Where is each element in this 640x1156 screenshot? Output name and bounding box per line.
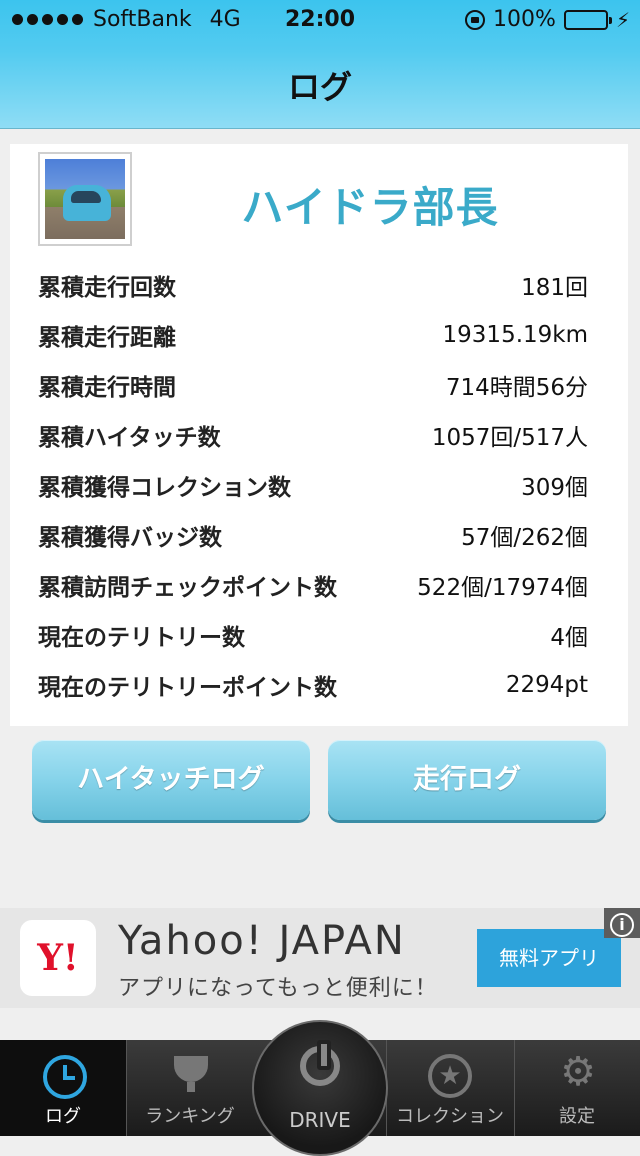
- stat-row: 現在のテリトリーポイント数 2294pt: [38, 660, 588, 710]
- ad-banner[interactable]: Y! Yahoo! JAPAN アプリになってもっと便利に！ 無料アプリ i: [0, 908, 640, 1008]
- stat-label: 累積獲得コレクション数: [38, 475, 291, 501]
- stat-value: 19315.19km: [442, 322, 588, 348]
- tab-collection[interactable]: ★ コレクション: [386, 1040, 514, 1136]
- ad-info-icon[interactable]: i: [604, 908, 640, 938]
- ad-subtitle: アプリになってもっと便利に！: [118, 976, 438, 1001]
- yahoo-logo: Y!: [20, 920, 96, 996]
- tab-settings-label: 設定: [559, 1106, 595, 1127]
- battery-percent: 100%: [493, 7, 556, 32]
- stat-row: 累積訪問チェックポイント数 522個/17974個: [38, 560, 588, 610]
- stat-row: 累積獲得コレクション数 309個: [38, 460, 588, 510]
- tab-ranking[interactable]: ランキング: [126, 1040, 254, 1136]
- battery-icon: [563, 9, 612, 30]
- stat-row: 累積ハイタッチ数 1057回/517人: [38, 410, 588, 460]
- stat-label: 累積走行距離: [38, 325, 176, 351]
- stat-label: 現在のテリトリー数: [38, 625, 245, 651]
- status-bar: SoftBank 4G 22:00 100% ⚡: [0, 0, 640, 40]
- star-icon: ★: [428, 1054, 472, 1098]
- stat-label: 現在のテリトリーポイント数: [38, 675, 337, 701]
- gear-icon: ⚙: [560, 1049, 596, 1095]
- stat-value: 1057回/517人: [431, 425, 588, 451]
- stat-row: 現在のテリトリー数 4個: [38, 610, 588, 660]
- stat-label: 累積ハイタッチ数: [38, 425, 221, 451]
- tab-ranking-label: ランキング: [145, 1106, 235, 1127]
- tab-log[interactable]: ログ: [0, 1040, 126, 1136]
- stat-value: 522個/17974個: [417, 575, 588, 601]
- trophy-icon: [174, 1056, 208, 1092]
- clock-icon: [43, 1055, 87, 1099]
- stat-value: 57個/262個: [461, 525, 588, 551]
- ad-cta-button[interactable]: 無料アプリ: [477, 929, 621, 987]
- ad-title: Yahoo! JAPAN: [118, 918, 406, 964]
- top-bar: SoftBank 4G 22:00 100% ⚡ ログ: [0, 0, 640, 129]
- stat-value: 4個: [550, 625, 588, 651]
- stat-label: 累積訪問チェックポイント数: [38, 575, 337, 601]
- drive-label: DRIVE: [289, 1108, 351, 1132]
- power-icon: [300, 1040, 340, 1086]
- charging-icon: ⚡: [615, 7, 630, 32]
- hightouch-log-button[interactable]: ハイタッチログ: [32, 740, 310, 820]
- avatar: [38, 152, 132, 246]
- stat-label: 累積獲得バッジ数: [38, 525, 222, 551]
- tab-log-label: ログ: [45, 1106, 81, 1127]
- stat-row: 累積走行時間 714時間56分: [38, 360, 588, 410]
- stat-value: 309個: [521, 475, 588, 501]
- page-title: ログ: [287, 68, 352, 106]
- stat-label: 累積走行時間: [38, 375, 176, 401]
- status-right: 100% ⚡: [465, 7, 630, 32]
- stat-row: 累積走行回数 181回: [38, 260, 588, 310]
- username: ハイドラ部長: [241, 183, 499, 232]
- stat-label: 累積走行回数: [38, 275, 176, 301]
- stats-list: 累積走行回数 181回 累積走行距離 19315.19km 累積走行時間 714…: [38, 260, 588, 710]
- profile-card: ハイドラ部長 累積走行回数 181回 累積走行距離 19315.19km 累積走…: [10, 144, 628, 726]
- car-photo: [45, 159, 125, 239]
- tab-settings[interactable]: ⚙ 設定: [514, 1040, 640, 1136]
- drive-log-button[interactable]: 走行ログ: [328, 740, 606, 820]
- stat-row: 累積走行距離 19315.19km: [38, 310, 588, 360]
- stat-value: 2294pt: [505, 672, 588, 698]
- tab-collection-label: コレクション: [396, 1106, 504, 1127]
- stat-value: 181回: [521, 275, 588, 301]
- stat-row: 累積獲得バッジ数 57個/262個: [38, 510, 588, 560]
- rotation-lock-icon: [465, 9, 486, 30]
- stat-value: 714時間56分: [445, 375, 588, 401]
